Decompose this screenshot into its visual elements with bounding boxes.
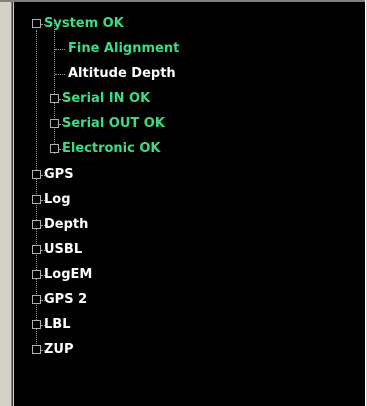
tree-node-serial-out-ok[interactable]: Serial OUT OK (14, 113, 354, 135)
node-label: Altitude Depth (68, 66, 176, 81)
node-label: System OK (44, 16, 124, 31)
expand-box-icon[interactable] (32, 295, 41, 304)
tree-node-depth[interactable]: Depth (14, 214, 354, 236)
tree-node-gps[interactable]: GPS (14, 164, 354, 186)
node-label: LBL (44, 317, 71, 332)
expand-box-icon[interactable] (32, 270, 41, 279)
node-label: GPS (44, 167, 74, 182)
tree-node-usbl[interactable]: USBL (14, 239, 354, 261)
node-label: Fine Alignment (68, 41, 180, 56)
tree-node-logem[interactable]: LogEM (14, 264, 354, 286)
node-label: ZUP (44, 342, 74, 357)
tree-node-lbl[interactable]: LBL (14, 314, 354, 336)
tree-node-zup[interactable]: ZUP (14, 339, 354, 361)
node-label: USBL (44, 242, 83, 257)
status-tree-view[interactable]: System OK Fine Alignment Altitude Depth … (14, 2, 365, 406)
panel-left-border (0, 2, 14, 406)
node-label: Serial OUT OK (62, 116, 165, 131)
tree-node-log[interactable]: Log (14, 189, 354, 211)
expand-box-icon[interactable] (50, 144, 59, 153)
expand-box-icon[interactable] (32, 170, 41, 179)
tree-node-gps-2[interactable]: GPS 2 (14, 289, 354, 311)
tree-node-fine-alignment[interactable]: Fine Alignment (14, 38, 354, 60)
tree-panel: System OK Fine Alignment Altitude Depth … (0, 0, 367, 406)
expand-box-icon[interactable] (50, 119, 59, 128)
node-label: LogEM (44, 267, 93, 282)
tree-node-electronic-ok[interactable]: Electronic OK (14, 138, 354, 160)
expand-box-icon[interactable] (50, 94, 59, 103)
tree-node-serial-in-ok[interactable]: Serial IN OK (14, 88, 354, 110)
expand-box-icon[interactable] (32, 345, 41, 354)
expand-box-icon[interactable] (32, 320, 41, 329)
expand-box-icon[interactable] (32, 195, 41, 204)
node-label: Serial IN OK (62, 91, 151, 106)
node-label: Depth (44, 217, 89, 232)
expand-box-icon[interactable] (32, 220, 41, 229)
node-label: Electronic OK (62, 141, 161, 156)
tree-node-altitude-depth[interactable]: Altitude Depth (14, 63, 354, 85)
node-label: Log (44, 192, 71, 207)
tree-node-system-ok[interactable]: System OK (14, 13, 354, 35)
expand-box-icon[interactable] (32, 19, 41, 28)
expand-box-icon[interactable] (32, 245, 41, 254)
node-label: GPS 2 (44, 292, 88, 307)
